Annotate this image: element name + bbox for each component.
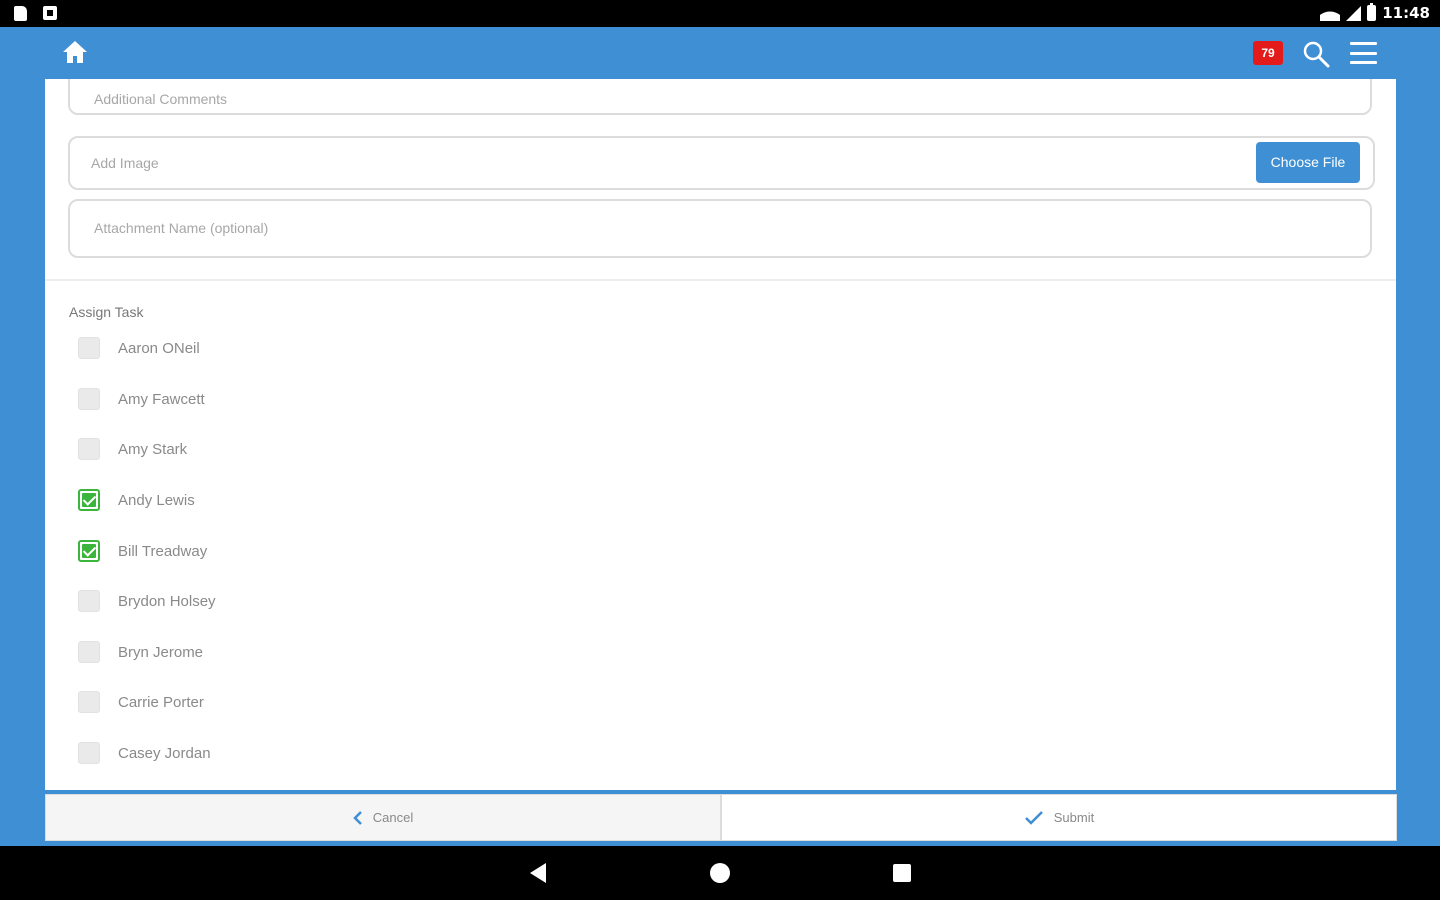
form-panel: Additional Comments Add Image Choose Fil… xyxy=(45,79,1396,790)
status-bar: 11:48 xyxy=(0,0,1440,27)
assignee-name: Amy Fawcett xyxy=(118,390,205,408)
submit-button[interactable]: Submit xyxy=(721,794,1397,841)
assignee-checkbox[interactable] xyxy=(78,590,100,612)
assignee-name: Brydon Holsey xyxy=(118,592,216,610)
comments-field[interactable]: Additional Comments xyxy=(68,79,1372,115)
submit-label: Submit xyxy=(1053,810,1095,825)
battery-icon xyxy=(1367,3,1377,21)
checkmark-icon xyxy=(1024,810,1043,825)
assignee-checkbox-checked[interactable] xyxy=(78,489,100,511)
add-image-placeholder: Add Image xyxy=(91,155,159,171)
chevron-left-icon xyxy=(352,810,362,825)
assignee-name: Casey Jordan xyxy=(118,744,211,762)
attachment-name-input[interactable]: Attachment Name (optional) xyxy=(68,199,1372,258)
assignee-name: Bill Treadway xyxy=(118,542,208,560)
comments-placeholder: Additional Comments xyxy=(94,91,228,107)
wifi-icon xyxy=(1320,5,1340,21)
signal-icon xyxy=(1346,5,1362,21)
assignee-checkbox[interactable] xyxy=(78,742,100,764)
recent-apps-icon[interactable] xyxy=(893,864,911,882)
assignee-name: Andy Lewis xyxy=(118,491,195,509)
assignee-row[interactable]: Carrie Porter xyxy=(78,690,204,714)
assignee-checkbox-checked[interactable] xyxy=(78,540,100,562)
home-circle-icon[interactable] xyxy=(710,863,730,883)
form-footer: Cancel Submit xyxy=(45,794,1397,841)
assignee-checkbox[interactable] xyxy=(78,337,100,359)
assignee-row[interactable]: Brydon Holsey xyxy=(78,589,216,613)
assignee-checkbox[interactable] xyxy=(78,388,100,410)
assignee-row[interactable]: Amy Stark xyxy=(78,437,187,461)
cancel-label: Cancel xyxy=(372,810,414,825)
assignee-name: Carrie Porter xyxy=(118,693,204,711)
assignee-checkbox[interactable] xyxy=(78,641,100,663)
cancel-button[interactable]: Cancel xyxy=(45,794,721,841)
back-icon[interactable] xyxy=(530,863,546,883)
assignee-name: Bryn Jerome xyxy=(118,643,204,661)
notification-icon xyxy=(43,6,57,20)
sd-card-icon xyxy=(14,6,27,21)
menu-icon[interactable] xyxy=(1350,42,1377,64)
search-icon[interactable] xyxy=(1302,40,1330,68)
assignee-name: Amy Stark xyxy=(118,440,188,458)
choose-file-button[interactable]: Choose File xyxy=(1256,142,1360,183)
notification-badge[interactable]: 79 xyxy=(1253,41,1283,65)
attachment-name-placeholder: Attachment Name (optional) xyxy=(94,220,269,236)
assignee-row[interactable]: Andy Lewis xyxy=(78,488,195,512)
assignee-checkbox[interactable] xyxy=(78,438,100,460)
assignee-checkbox[interactable] xyxy=(78,691,100,713)
app-header: 79 xyxy=(0,27,1440,79)
assignee-row[interactable]: Casey Jordan xyxy=(78,741,211,765)
assignee-name: Aaron ONeil xyxy=(118,339,200,357)
assignee-row[interactable]: Amy Fawcett xyxy=(78,387,205,411)
assign-task-label: Assign Task xyxy=(69,304,144,320)
status-time: 11:48 xyxy=(1382,4,1430,22)
divider xyxy=(45,279,1396,281)
add-image-field[interactable]: Add Image xyxy=(68,136,1375,190)
android-nav-bar xyxy=(0,846,1440,900)
assignee-row[interactable]: Aaron ONeil xyxy=(78,336,200,360)
assignee-row[interactable]: Bill Treadway xyxy=(78,539,207,563)
home-icon[interactable] xyxy=(62,40,88,64)
assignee-row[interactable]: Bryn Jerome xyxy=(78,640,203,664)
